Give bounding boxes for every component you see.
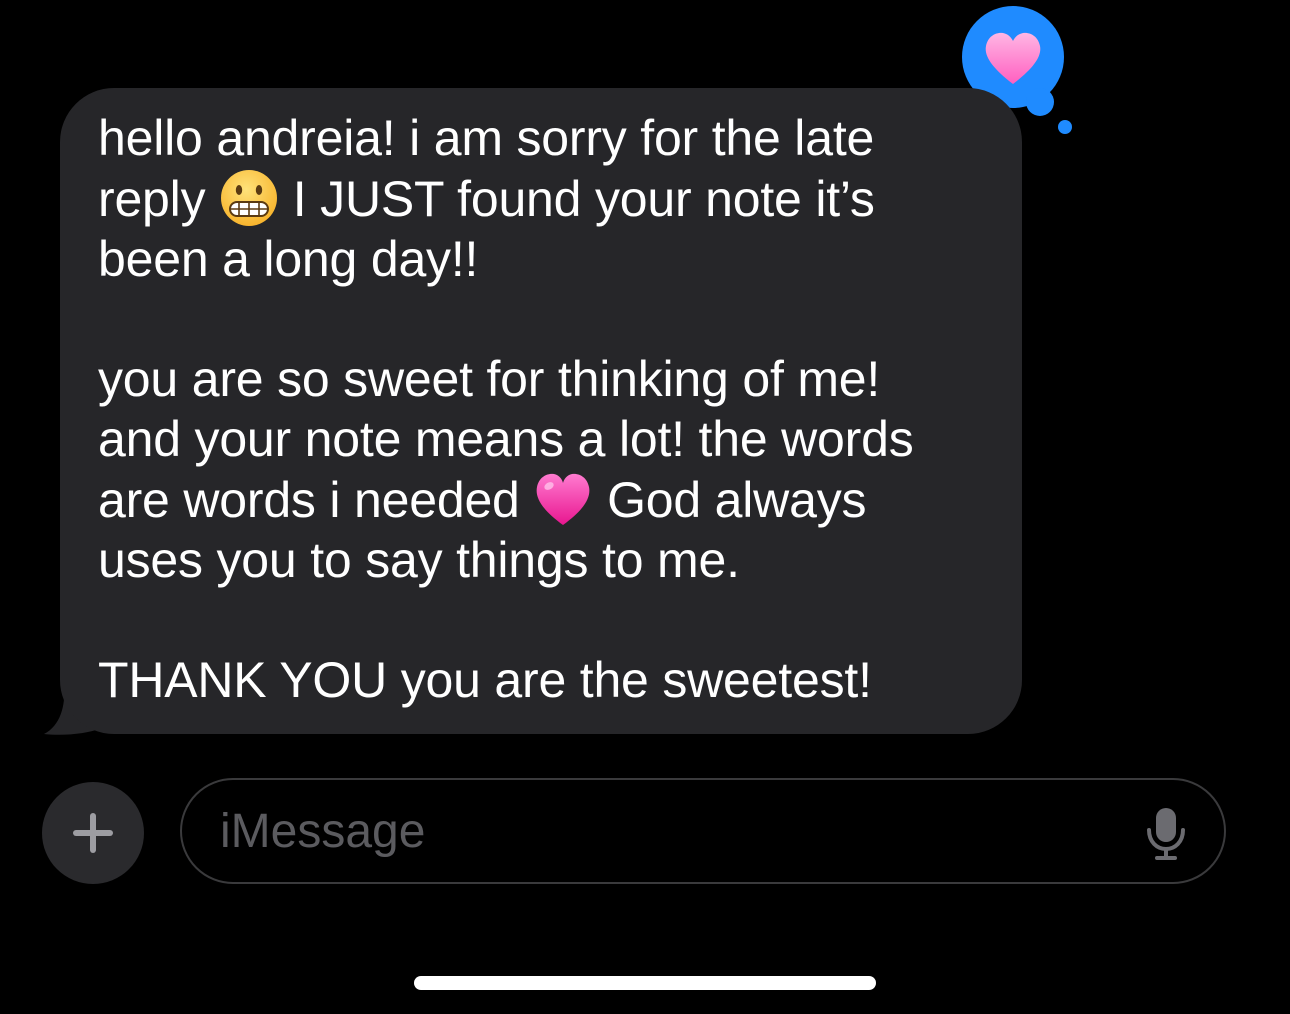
messages-screen: hello andreia! i am sorry for the late r… <box>0 0 1290 1014</box>
message-line-text: been a long day!! <box>98 231 479 287</box>
message-line-text: are words i needed <box>98 472 534 528</box>
home-indicator[interactable] <box>414 976 876 990</box>
message-input[interactable] <box>220 780 1100 882</box>
message-line: reply I JUST found your note it’s <box>98 168 998 229</box>
message-line-text: hello andreia! i am sorry for the late <box>98 110 875 166</box>
message-line: hello andreia! i am sorry for the late <box>98 108 998 168</box>
message-text: hello andreia! i am sorry for the late r… <box>98 108 998 710</box>
message-line: THANK YOU you are the sweetest! <box>98 650 998 710</box>
message-line-text: you are so sweet for thinking of me! <box>98 351 881 407</box>
plus-icon <box>73 813 113 853</box>
message-line-text: uses you to say things to me. <box>98 532 740 588</box>
add-attachment-button[interactable] <box>42 782 144 884</box>
message-line-text: THANK YOU you are the sweetest! <box>98 652 872 708</box>
message-line: uses you to say things to me. <box>98 530 998 590</box>
message-line-text: and your note means a lot! the words <box>98 411 914 467</box>
message-line: you are so sweet for thinking of me! <box>98 349 998 409</box>
message-line-text: I JUST found your note it’s <box>279 171 875 227</box>
pink-heart-emoji <box>533 469 593 529</box>
microphone-icon[interactable] <box>1144 806 1188 862</box>
message-field[interactable] <box>180 778 1226 884</box>
grimacing-face-emoji <box>219 168 279 228</box>
message-line-text: God always <box>593 472 867 528</box>
message-line: are words i needed God always <box>98 469 998 530</box>
message-line-text: reply <box>98 171 220 227</box>
message-line: and your note means a lot! the words <box>98 409 998 469</box>
message-line: been a long day!! <box>98 229 998 289</box>
